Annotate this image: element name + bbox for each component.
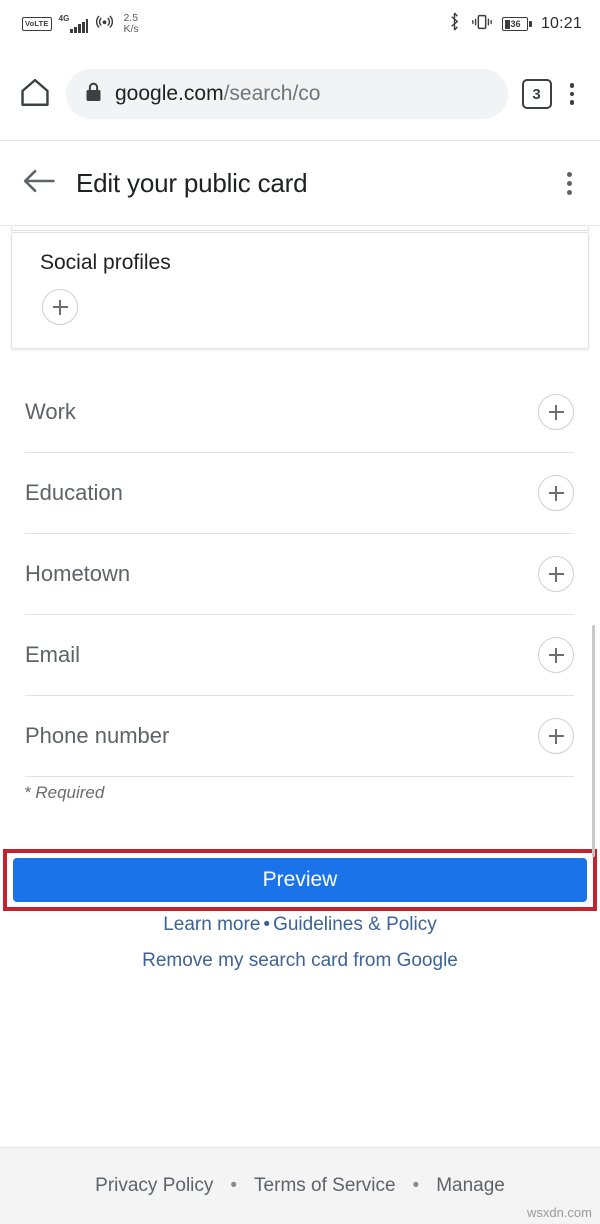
field-row-hometown[interactable]: Hometown: [25, 534, 574, 615]
field-label: Work: [25, 399, 76, 424]
field-row-phone-number[interactable]: Phone number: [25, 696, 574, 777]
network-type-label: 4G: [58, 14, 70, 23]
add-email-button[interactable]: [538, 637, 574, 673]
previous-card-peek: [11, 227, 589, 231]
status-bar-right: 36 10:21: [447, 12, 582, 36]
network-speed-indicator: 2.5 K/s: [123, 13, 138, 34]
battery-icon: 36: [502, 17, 532, 31]
battery-level-label: 36: [502, 17, 529, 31]
link-separator: •: [263, 914, 271, 935]
status-bar: VoLTE 4G 2.5 K/s 36 10:21: [0, 0, 600, 48]
remove-search-card-link[interactable]: Remove my search card from Google: [142, 950, 458, 971]
privacy-policy-link[interactable]: Privacy Policy: [95, 1175, 213, 1197]
social-profiles-card: Social profiles: [11, 232, 589, 349]
watermark: wsxdn.com: [526, 1205, 592, 1220]
url-text: google.com/search/co: [115, 82, 320, 106]
helper-links: Learn more • Guidelines & Policy Remove my…: [0, 915, 600, 987]
footer-separator: •: [412, 1175, 420, 1196]
url-path: /search/co: [223, 82, 321, 105]
add-work-button[interactable]: [538, 394, 574, 430]
guidelines-policy-link[interactable]: Guidelines & Policy: [273, 914, 437, 935]
terms-of-service-link[interactable]: Terms of Service: [254, 1175, 395, 1197]
learn-more-line: Learn more • Guidelines & Policy: [0, 915, 600, 934]
learn-more-link[interactable]: Learn more: [163, 914, 260, 935]
preview-button[interactable]: Preview: [13, 858, 587, 902]
field-row-email[interactable]: Email: [25, 615, 574, 696]
field-label: Hometown: [25, 561, 131, 586]
phone-screen: VoLTE 4G 2.5 K/s 36 10:21 google.com/sea…: [0, 0, 600, 1224]
social-profiles-title: Social profiles: [40, 251, 171, 274]
profile-field-list: Work Education Hometown Email Phone numb…: [25, 372, 574, 777]
status-bar-left: VoLTE 4G 2.5 K/s: [22, 12, 139, 36]
content-scrollbar[interactable]: [592, 625, 595, 857]
back-arrow-icon[interactable]: [22, 166, 56, 201]
add-hometown-button[interactable]: [538, 556, 574, 592]
page-overflow-menu-icon[interactable]: [563, 168, 576, 199]
page-title: Edit your public card: [76, 168, 308, 198]
field-label: Phone number: [25, 723, 170, 748]
field-label: Education: [25, 480, 123, 505]
field-row-work[interactable]: Work: [25, 372, 574, 453]
field-label: Email: [25, 642, 81, 667]
vibrate-icon: [471, 13, 493, 36]
add-education-button[interactable]: [538, 475, 574, 511]
add-phone-number-button[interactable]: [538, 718, 574, 754]
page-footer: Privacy Policy • Terms of Service • Mana…: [0, 1147, 600, 1224]
page-content: Social profiles Work Education Hometown …: [0, 227, 600, 1147]
hotspot-icon: [95, 12, 114, 36]
browser-toolbar: google.com/search/co 3: [0, 48, 600, 141]
bluetooth-icon: [447, 12, 462, 36]
tab-switcher-button[interactable]: 3: [521, 79, 552, 109]
home-icon[interactable]: [18, 75, 52, 114]
footer-separator: •: [230, 1175, 238, 1196]
add-social-profile-button[interactable]: [42, 289, 78, 325]
signal-strength-bars: [70, 19, 89, 33]
page-header: Edit your public card: [0, 142, 600, 226]
volte-icon: VoLTE: [22, 17, 52, 31]
lock-icon: [84, 81, 103, 108]
field-row-education[interactable]: Education: [25, 453, 574, 534]
required-note: * Required: [24, 783, 105, 802]
url-domain: google.com: [115, 82, 224, 105]
manage-link[interactable]: Manage: [436, 1175, 505, 1197]
browser-overflow-menu-icon[interactable]: [566, 79, 579, 109]
network-speed-unit: K/s: [123, 23, 139, 35]
remove-card-line: Remove my search card from Google: [0, 951, 600, 970]
address-bar[interactable]: google.com/search/co: [66, 69, 508, 119]
signal-bars-icon: 4G: [59, 15, 89, 33]
clock: 10:21: [540, 15, 582, 32]
